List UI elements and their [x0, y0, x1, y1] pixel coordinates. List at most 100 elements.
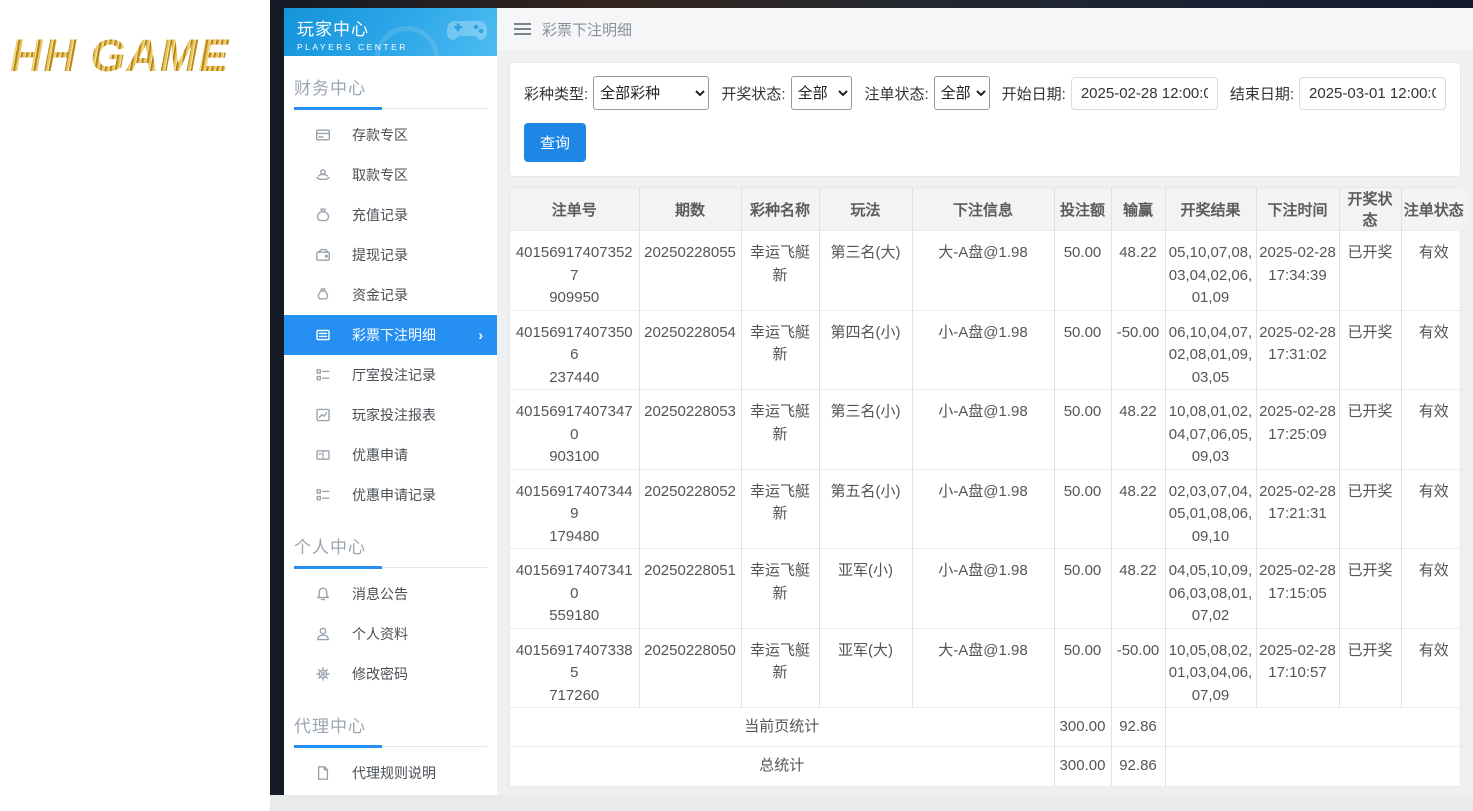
start-date-label: 开始日期:: [1001, 85, 1066, 103]
sidebar-item-label: 玩家投注报表: [352, 407, 436, 423]
section-divider: [294, 107, 487, 110]
breadcrumb-bar: 彩票下注明细: [497, 8, 1473, 50]
sidebar-item-person[interactable]: 个人资料: [284, 614, 497, 654]
bell-icon: [315, 586, 331, 602]
sidebar-header: 玩家中心 PLAYERS CENTER: [284, 8, 497, 56]
table-row: 401569174073385 717260 20250228050 幸运飞艇新 亚军(…: [510, 627, 1466, 708]
col-header-bet-amount: 投注额: [1053, 188, 1111, 231]
gamepad-icon: [447, 21, 487, 40]
sidebar-item-label: 提现记录: [352, 247, 408, 263]
col-header-draw-status: 开奖状态: [1338, 188, 1401, 231]
sidebar-item-document[interactable]: 代理规则说明: [284, 753, 497, 793]
cell-bet-amount: 50.00: [1053, 309, 1111, 390]
promo-ticket-icon: [315, 447, 331, 463]
table-row: 401569174073527 909950 20250228055 幸运飞艇新 第三名…: [510, 230, 1466, 310]
cell-order-status: 有效: [1400, 468, 1466, 549]
sidebar-section-title: 个人中心: [294, 538, 366, 557]
end-date-input[interactable]: [1299, 76, 1446, 110]
sidebar-item-withdraw-hand[interactable]: 取款专区: [284, 155, 497, 195]
lottery-type-label: 彩种类型:: [524, 85, 589, 103]
sidebar-item-deposit-card[interactable]: 存款专区: [284, 115, 497, 155]
cell-period: 20250228055: [638, 230, 741, 310]
cell-order-no: 401569174073527 909950: [510, 230, 639, 310]
cell-bet-time: 2025-02-28 17:25:09: [1255, 389, 1339, 469]
start-date-input[interactable]: [1070, 76, 1218, 110]
document-icon: [315, 765, 331, 781]
sidebar-item-label: 代理规则说明: [352, 765, 436, 781]
sidebar-item-label: 资金记录: [352, 287, 408, 303]
cell-draw-status: 已开奖: [1338, 309, 1401, 390]
cell-order-status: 有效: [1400, 309, 1466, 390]
cell-play-type: 第三名(小): [818, 389, 912, 469]
query-button[interactable]: 查询: [524, 123, 587, 162]
sidebar-item-bet-list[interactable]: 彩票下注明细 ›: [284, 315, 497, 355]
chevron-right-icon: ›: [478, 327, 483, 343]
table-row: 401569174073410 559180 20250228051 幸运飞艇新 亚军(…: [510, 548, 1466, 628]
sidebar-item-gear[interactable]: 修改密码: [284, 654, 497, 694]
order-status-label: 注单状态:: [864, 85, 929, 103]
cell-bet-amount: 50.00: [1053, 230, 1111, 310]
cell-order-no: 401569174073470 903100: [510, 389, 639, 469]
sidebar-item-label: 修改密码: [352, 666, 408, 682]
summary-bet-total: 300.00: [1053, 707, 1111, 747]
cell-play-type: 亚军(小): [818, 548, 912, 628]
sidebar-item-label: 取款专区: [352, 167, 408, 183]
section-divider: [294, 745, 487, 748]
col-header-lottery-name: 彩种名称: [740, 188, 819, 231]
order-status-select[interactable]: 全部: [933, 76, 990, 110]
gear-icon: [315, 666, 331, 682]
sidebar-item-coin-purse[interactable]: 资金记录: [284, 275, 497, 315]
col-header-bet-time: 下注时间: [1255, 188, 1339, 231]
filter-panel: 彩种类型: 全部彩种 开奖状态: 全部 注单状态: 全部 开始日期: 结束日期:…: [509, 62, 1461, 177]
sidebar-item-label: 充值记录: [352, 207, 408, 223]
cell-play-type: 第三名(大): [818, 230, 912, 310]
sidebar-item-money-bag[interactable]: 充值记录: [284, 195, 497, 235]
promo-record-icon: [315, 487, 331, 503]
cell-bet-info: 大-A盘@1.98: [911, 230, 1054, 310]
sidebar-item-hall-record[interactable]: 厅室投注记录: [284, 355, 497, 395]
sidebar-item-promo-record[interactable]: 优惠申请记录: [284, 475, 497, 515]
cell-period: 20250228054: [638, 309, 741, 390]
sidebar: 玩家中心 PLAYERS CENTER 财务中心 存款专区 取款专区 充值记录 提现记录…: [284, 8, 497, 795]
cell-draw-result: 05,10,07,08,03,04,02,06,01,09: [1164, 230, 1256, 310]
cell-play-type: 第五名(小): [818, 468, 912, 549]
sidebar-item-report-chart[interactable]: 玩家投注报表: [284, 395, 497, 435]
summary-winloss-total: 92.86: [1110, 746, 1165, 786]
cell-order-status: 有效: [1400, 548, 1466, 628]
cell-win-loss: 48.22: [1110, 468, 1165, 549]
brand-pane: HH GAME: [0, 0, 270, 811]
cell-lottery-name: 幸运飞艇新: [740, 230, 819, 310]
app-shell: 玩家中心 PLAYERS CENTER 财务中心 存款专区 取款专区 充值记录 提现记录…: [270, 0, 1473, 811]
coin-purse-icon: [315, 287, 331, 303]
cell-win-loss: 48.22: [1110, 548, 1165, 628]
withdraw-hand-icon: [315, 167, 331, 183]
hamburger-menu-icon[interactable]: [514, 23, 531, 35]
table-header-row: 注单号 期数 彩种名称 玩法 下注信息 投注额 输赢 开奖结果 下注时间 开奖状态 注单状态: [510, 188, 1466, 231]
table-row: 401569174073506 237440 20250228054 幸运飞艇新 第四名…: [510, 309, 1466, 390]
brand-logo-text: HH GAME: [10, 30, 266, 82]
summary-empty: [1164, 707, 1466, 747]
end-date-label: 结束日期:: [1229, 85, 1294, 103]
summary-row-total: 总统计 300.00 92.86: [510, 746, 1466, 786]
cell-lottery-name: 幸运飞艇新: [740, 309, 819, 390]
sidebar-item-label: 存款专区: [352, 127, 408, 143]
col-header-bet-info: 下注信息: [911, 188, 1054, 231]
col-header-draw-result: 开奖结果: [1164, 188, 1256, 231]
cell-order-no: 401569174073410 559180: [510, 548, 639, 628]
deposit-card-icon: [315, 127, 331, 143]
cell-order-status: 有效: [1400, 230, 1466, 310]
cell-play-type: 第四名(小): [818, 309, 912, 390]
sidebar-item-promo-ticket[interactable]: 优惠申请: [284, 435, 497, 475]
draw-status-select[interactable]: 全部: [790, 76, 853, 110]
col-header-play-type: 玩法: [818, 188, 912, 231]
sidebar-item-bell[interactable]: 消息公告: [284, 574, 497, 614]
lottery-type-select[interactable]: 全部彩种: [593, 76, 710, 110]
cell-win-loss: -50.00: [1110, 627, 1165, 708]
cell-lottery-name: 幸运飞艇新: [740, 548, 819, 628]
sidebar-item-wallet[interactable]: 提现记录: [284, 235, 497, 275]
sidebar-item-label: 消息公告: [352, 586, 408, 602]
cell-draw-result: 04,05,10,09,06,03,08,01,07,02: [1164, 548, 1256, 628]
cell-bet-info: 大-A盘@1.98: [911, 627, 1054, 708]
cell-order-no: 401569174073449 179480: [510, 468, 639, 549]
cell-win-loss: 48.22: [1110, 230, 1165, 310]
